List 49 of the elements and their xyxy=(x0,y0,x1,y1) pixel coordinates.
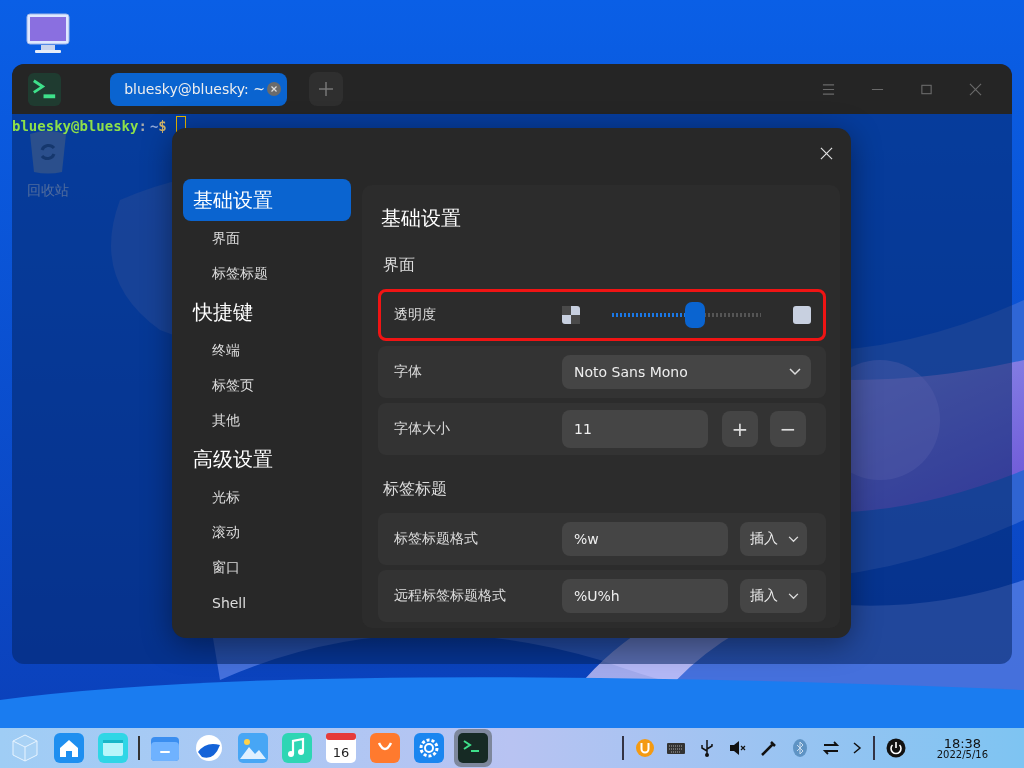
sidebar-item[interactable]: 窗口 xyxy=(183,550,351,585)
sidebar-item[interactable]: Shell xyxy=(183,585,351,620)
terminal-icon[interactable] xyxy=(454,729,492,767)
slider-thumb[interactable] xyxy=(685,302,706,328)
menu-icon[interactable] xyxy=(822,82,835,96)
maximize-icon[interactable] xyxy=(920,82,933,96)
sidebar-item[interactable]: 界面 xyxy=(183,221,351,256)
chevron-down-icon xyxy=(789,368,801,376)
insert-dropdown[interactable]: 插入 xyxy=(740,522,807,556)
desktop-icon-label: 回收站 xyxy=(27,182,69,200)
plus-icon xyxy=(319,82,333,96)
insert-dropdown[interactable]: 插入 xyxy=(740,579,807,613)
sidebar-item[interactable]: 终端 xyxy=(183,333,351,368)
section-title: 标签标题 xyxy=(383,477,448,500)
section-title: 界面 xyxy=(383,253,416,276)
format-field[interactable]: %U%h xyxy=(562,579,728,613)
panel-title: 基础设置 xyxy=(381,205,462,232)
setting-label: 透明度 xyxy=(394,306,437,324)
monitor-icon[interactable] xyxy=(25,12,71,54)
prompt-line: bluesky@bluesky: ~$ xyxy=(12,117,167,134)
setting-label: 字体 xyxy=(394,363,423,381)
speaker-muted-icon[interactable] xyxy=(727,738,748,758)
sidebar-item[interactable]: 标签标题 xyxy=(183,256,351,291)
transparency-icon xyxy=(562,306,580,324)
setting-label: 标签标题格式 xyxy=(394,530,479,548)
stepper-button[interactable]: − xyxy=(770,411,806,447)
chevron-down-icon xyxy=(788,535,799,543)
sidebar-item[interactable]: 标签页 xyxy=(183,368,351,403)
stepper-button[interactable]: + xyxy=(722,411,758,447)
clock-date: 2022/5/16 xyxy=(936,749,988,760)
sidebar-heading[interactable]: 快捷键 xyxy=(183,291,351,333)
terminal-icon xyxy=(28,72,61,106)
setting-label: 字体大小 xyxy=(394,420,451,438)
terminal-tab[interactable]: bluesky@bluesky: ~ xyxy=(110,72,287,106)
chevron-down-icon xyxy=(788,592,799,600)
setting-label: 远程标签标题格式 xyxy=(394,587,507,605)
clock-time: 18:38 xyxy=(943,736,982,750)
font-size-field[interactable]: 11 xyxy=(562,410,708,448)
format-field[interactable]: %w xyxy=(562,522,728,556)
input-method-icon[interactable] xyxy=(634,738,655,758)
opaque-icon xyxy=(793,306,811,324)
sidebar-item[interactable]: 其他 xyxy=(183,403,351,438)
sidebar-heading[interactable]: 高级设置 xyxy=(183,438,351,480)
font-dropdown[interactable]: Noto Sans Mono xyxy=(562,355,811,389)
sidebar-item[interactable]: 滚动 xyxy=(183,515,351,550)
sidebar-item[interactable]: 光标 xyxy=(183,480,351,515)
power-icon[interactable] xyxy=(885,738,906,758)
add-tab-button[interactable] xyxy=(309,72,343,106)
sidebar-heading[interactable]: 基础设置 xyxy=(183,179,351,221)
